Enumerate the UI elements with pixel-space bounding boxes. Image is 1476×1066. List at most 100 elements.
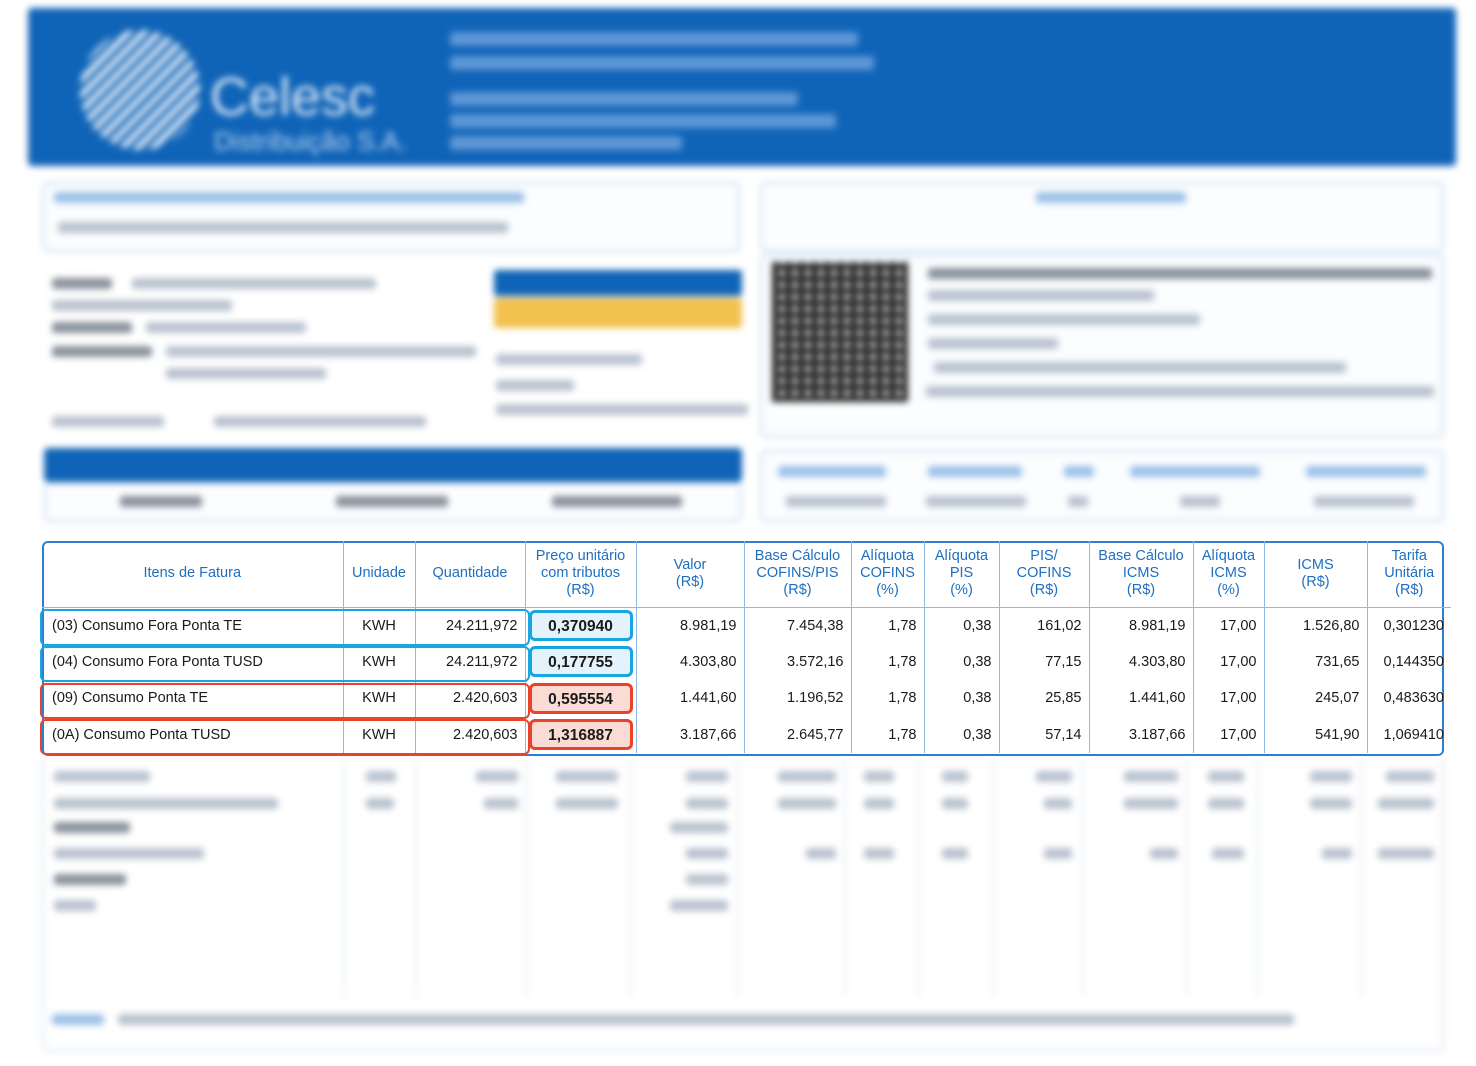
cell-unidade: KWH <box>343 643 416 680</box>
qr-code-icon <box>772 262 908 402</box>
cell-aliq_cofins: 1,78 <box>851 716 925 753</box>
column-header-line: COFINS/PIS <box>756 565 839 582</box>
cell-aliq_pis: 0,38 <box>924 716 1000 753</box>
column-header-line: COFINS <box>1016 565 1072 582</box>
table-row: (0A) Consumo Ponta TUSD KWH 2.420,603 1,316… <box>42 716 1451 753</box>
header-text-line <box>450 136 682 150</box>
column-header-line: Alíquota <box>1201 548 1256 565</box>
column-header-pis_cofins: PIS/COFINS (R$) <box>999 541 1090 608</box>
cell-item: (03) Consumo Fora Ponta TE <box>42 607 344 644</box>
column-header-icms: ICMS (R$) <box>1264 541 1368 608</box>
column-header-line: (%) <box>950 582 973 599</box>
column-header-line: ICMS <box>1210 565 1247 582</box>
cell-tarifa: 0,144350 <box>1383 653 1444 670</box>
cell-tarifa: 0,301230 <box>1383 617 1444 634</box>
table-header-row: Itens de Fatura Unidade Quantidade Preço un… <box>42 541 1451 608</box>
column-header-line: Preço unitário <box>535 548 626 565</box>
header-text-line <box>450 114 836 128</box>
column-header-line: Base Cálculo <box>1098 548 1184 565</box>
column-header-line: Alíquota <box>934 548 989 565</box>
header-text-line <box>450 32 858 46</box>
cell-pis_cofins: 161,02 <box>999 607 1090 644</box>
cell-tarifa: 1,069410 <box>1383 726 1444 743</box>
cell-quantidade: 24.211,972 <box>415 643 526 680</box>
cell-valor: 8.981,19 <box>636 607 745 644</box>
column-header-line: Quantidade <box>432 565 508 582</box>
cell-icms: 731,65 <box>1264 643 1368 680</box>
column-header-line: ICMS <box>1297 556 1334 573</box>
cell-item: (0A) Consumo Ponta TUSD <box>42 716 344 753</box>
column-header-line: Valor <box>673 556 707 573</box>
table-row: (04) Consumo Fora Ponta TUSD KWH 24.211,97… <box>42 643 1451 680</box>
column-header-valor: Valor (R$) <box>636 541 745 608</box>
cell-quantidade: 2.420,603 <box>415 716 526 753</box>
cell-icms: 541,90 <box>1264 716 1368 753</box>
cell-base_icms: 3.187,66 <box>1089 716 1194 753</box>
cell-aliq_icms: 17,00 <box>1193 607 1265 644</box>
cell-icms: 245,07 <box>1264 680 1368 717</box>
column-header-line: (R$) <box>1301 573 1330 590</box>
cell-preco: 0,595554 <box>525 680 637 717</box>
cell-base_cofins: 7.454,38 <box>744 607 852 644</box>
cell-preco: 0,177755 <box>525 643 637 680</box>
column-header-line: Base Cálculo <box>754 548 841 565</box>
cell-item: (09) Consumo Ponta TE <box>42 680 344 717</box>
column-header-line: PIS <box>949 565 974 582</box>
cell-icms: 1.526,80 <box>1264 607 1368 644</box>
cell-valor: 4.303,80 <box>636 643 745 680</box>
cell-unidade: KWH <box>343 680 416 717</box>
cell-base_icms: 8.981,19 <box>1089 607 1194 644</box>
column-header-item: Itens de Fatura <box>42 541 344 608</box>
column-header-line: COFINS <box>860 565 915 582</box>
cell-valor: 3.187,66 <box>636 716 745 753</box>
cell-quantidade: 24.211,972 <box>415 607 526 644</box>
cell-base_cofins: 1.196,52 <box>744 680 852 717</box>
invoice-items-table: Itens de Fatura Unidade Quantidade Preço un… <box>42 541 1451 753</box>
column-header-tarifa: Tarifa Unitária (R$) <box>1367 541 1451 608</box>
cell-pis_cofins: 77,15 <box>999 643 1090 680</box>
celesc-logo-icon <box>80 30 200 150</box>
column-header-base_cofins: Base Cálculo COFINS/PIS (R$) <box>744 541 852 608</box>
logo-name: Celesc <box>210 67 376 127</box>
cell-base_icms: 4.303,80 <box>1089 643 1194 680</box>
column-header-line: com tributos <box>541 565 620 582</box>
cell-quantidade: 2.420,603 <box>415 680 526 717</box>
cell-aliq_cofins: 1,78 <box>851 607 925 644</box>
cell-aliq_cofins: 1,78 <box>851 643 925 680</box>
column-header-preco: Preço unitário com tributos (R$) <box>525 541 637 608</box>
cell-unidade: KWH <box>343 607 416 644</box>
column-header-quantidade: Quantidade <box>415 541 526 608</box>
cell-aliq_cofins: 1,78 <box>851 680 925 717</box>
cell-base_cofins: 2.645,77 <box>744 716 852 753</box>
column-header-aliq_cofins: Alíquota COFINS (%) <box>851 541 925 608</box>
unit-price-highlight: 1,316887 <box>528 719 633 751</box>
column-header-base_icms: Base Cálculo ICMS (R$) <box>1089 541 1194 608</box>
cell-tarifa: 0,483630 <box>1383 690 1444 707</box>
table-row: (03) Consumo Fora Ponta TE KWH 24.211,972 0… <box>42 607 1451 644</box>
column-header-line: Unidade <box>351 565 406 582</box>
column-header-line: Unitária <box>1384 565 1435 582</box>
column-header-line: (R$) <box>783 582 812 599</box>
header-text-line <box>450 92 798 106</box>
cell-aliq_icms: 17,00 <box>1193 716 1265 753</box>
cell-pis_cofins: 57,14 <box>999 716 1090 753</box>
column-header-line: (%) <box>1217 582 1240 599</box>
column-header-line: (R$) <box>1029 582 1059 599</box>
cell-aliq_icms: 17,00 <box>1193 643 1265 680</box>
cell-aliq_pis: 0,38 <box>924 680 1000 717</box>
column-header-aliq_icms: Alíquota ICMS (%) <box>1193 541 1265 608</box>
cell-base_icms: 1.441,60 <box>1089 680 1194 717</box>
column-header-line: (R$) <box>1395 582 1424 599</box>
cell-unidade: KWH <box>343 716 416 753</box>
cell-item: (04) Consumo Fora Ponta TUSD <box>42 643 344 680</box>
column-header-line: ICMS <box>1122 565 1160 582</box>
table-row: (09) Consumo Ponta TE KWH 2.420,603 0,59555… <box>42 680 1451 717</box>
cell-preco: 0,370940 <box>525 607 637 644</box>
column-header-line: Alíquota <box>860 548 915 565</box>
column-header-line: (R$) <box>675 573 705 590</box>
header-text-line <box>450 56 874 70</box>
column-header-line: (R$) <box>566 582 595 599</box>
column-header-line: (R$) <box>1126 582 1156 599</box>
cell-base_cofins: 3.572,16 <box>744 643 852 680</box>
unit-price-highlight: 0,177755 <box>528 646 633 678</box>
